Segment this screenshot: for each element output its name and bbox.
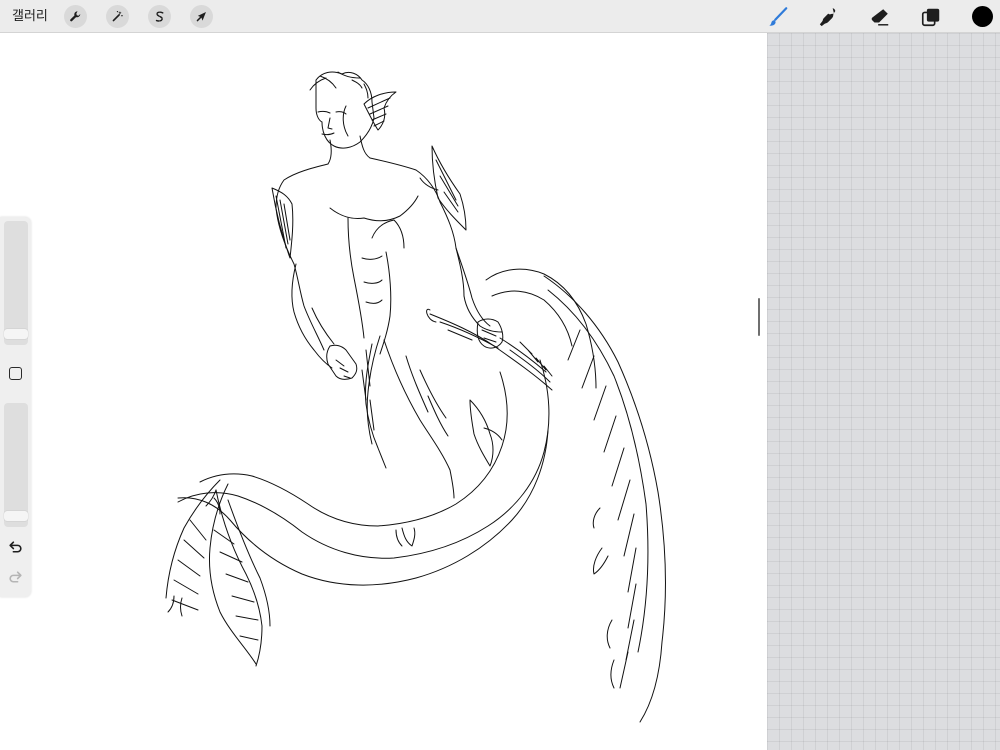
- brush-icon: [769, 7, 788, 26]
- brush-size-thumb[interactable]: [4, 329, 28, 340]
- procreate-app: 갤러리: [0, 0, 1000, 750]
- selection-s-icon: [155, 11, 164, 22]
- selection-button[interactable]: [148, 5, 171, 28]
- smudge-icon: [819, 8, 836, 27]
- smudge-tool-button[interactable]: [817, 5, 841, 29]
- brush-tool-button[interactable]: [766, 5, 790, 29]
- magic-wand-icon: [112, 10, 123, 22]
- undo-icon[interactable]: [7, 539, 24, 556]
- gallery-button[interactable]: 갤러리: [12, 7, 48, 25]
- modify-button[interactable]: [9, 367, 22, 380]
- wrench-icon: [70, 11, 81, 22]
- split-view-handle[interactable]: [758, 298, 760, 336]
- opacity-thumb[interactable]: [4, 511, 28, 522]
- color-picker-button[interactable]: [972, 6, 993, 27]
- opacity-slider[interactable]: [4, 403, 28, 527]
- drawing-canvas[interactable]: [0, 33, 767, 750]
- transform-button[interactable]: [190, 5, 213, 28]
- brush-size-slider[interactable]: [4, 221, 28, 345]
- actions-button[interactable]: [64, 5, 87, 28]
- eraser-tool-button[interactable]: [868, 5, 892, 29]
- layers-icon: [921, 8, 940, 27]
- layers-button[interactable]: [919, 5, 943, 29]
- adjustments-button[interactable]: [106, 5, 129, 28]
- left-sidebar: [0, 217, 31, 597]
- eraser-icon: [871, 9, 889, 26]
- top-toolbar: 갤러리: [0, 0, 1000, 33]
- workspace-background: [767, 33, 1000, 750]
- line-art-sketch: [165, 71, 666, 723]
- redo-icon[interactable]: [7, 569, 24, 586]
- arrow-cursor-icon: [196, 12, 206, 22]
